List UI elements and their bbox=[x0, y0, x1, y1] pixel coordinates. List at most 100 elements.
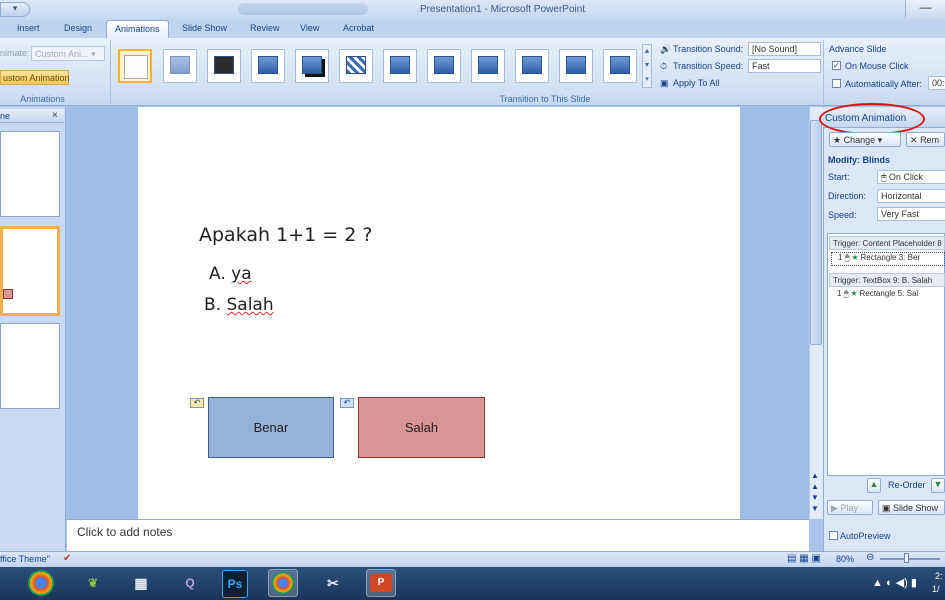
slide-show-button[interactable]: ▣ Slide Show bbox=[878, 500, 945, 515]
spelling-check-icon[interactable]: ✔ bbox=[63, 553, 71, 564]
animation-list[interactable] bbox=[827, 233, 945, 476]
auto-after-checkbox[interactable] bbox=[832, 79, 841, 88]
app-leaf-icon[interactable]: ❦ bbox=[78, 569, 108, 597]
transition-fade-black-thumb[interactable] bbox=[207, 49, 241, 83]
scroll-page-buttons[interactable]: ▲ ▲ ▼ ▼ bbox=[811, 470, 819, 514]
autopreview-label: AutoPreview bbox=[840, 531, 891, 541]
remove-label: Rem bbox=[920, 135, 940, 145]
trigger-icon[interactable]: ↶ bbox=[190, 398, 204, 408]
tab-view[interactable]: View bbox=[300, 23, 319, 33]
reorder-down-button[interactable]: ▼ bbox=[931, 478, 945, 493]
transition-speed-dropdown[interactable]: Fast bbox=[748, 59, 821, 73]
slide-thumbnail-2[interactable] bbox=[0, 226, 60, 316]
trigger-icon[interactable]: ↶ bbox=[340, 398, 354, 408]
benar-label: Benar bbox=[253, 420, 289, 435]
transition-fade-thumb[interactable] bbox=[163, 49, 197, 83]
reorder-up-button[interactable]: ▲ bbox=[867, 478, 881, 493]
transition-wipe-up-thumb[interactable] bbox=[515, 49, 549, 83]
transition-wipe-left-thumb[interactable] bbox=[427, 49, 461, 83]
chrome-icon[interactable] bbox=[28, 570, 54, 596]
autopreview-checkbox[interactable] bbox=[829, 531, 838, 540]
transition-wedge-thumb[interactable] bbox=[559, 49, 593, 83]
start-value: On Click bbox=[888, 172, 923, 182]
gallery-scroll[interactable]: ▲ ▼ ▾ bbox=[642, 44, 652, 88]
custom-animation-button[interactable]: ustom Animation bbox=[0, 70, 70, 85]
question-text[interactable]: Apakah 1+1 = 2 ? bbox=[199, 224, 372, 246]
tab-insert[interactable]: Insert bbox=[17, 23, 40, 33]
trigger-header[interactable]: Trigger: TextBox 9: B. Salah bbox=[829, 273, 945, 287]
zoom-level[interactable]: 80% bbox=[836, 554, 854, 564]
remove-button[interactable]: ✕ Rem bbox=[906, 132, 945, 147]
tab-animations[interactable]: Animations bbox=[106, 20, 169, 39]
option-a-word: ya bbox=[231, 264, 252, 284]
option-a-prefix: A. bbox=[209, 264, 232, 284]
theme-name[interactable]: ffice Theme" bbox=[0, 554, 50, 564]
titlebar-blurred-area bbox=[238, 3, 368, 15]
transition-wipe-down-thumb[interactable] bbox=[383, 49, 417, 83]
transition-cut-black-thumb[interactable] bbox=[295, 49, 329, 83]
chrome-active-icon[interactable] bbox=[268, 569, 298, 597]
tab-design[interactable]: Design bbox=[64, 23, 92, 33]
animation-item[interactable]: 1 🖱 ★ Rectangle 3: Ber bbox=[831, 252, 945, 266]
quick-access-toolbar[interactable]: ▾ bbox=[0, 2, 30, 17]
transition-uncover-thumb[interactable] bbox=[603, 49, 637, 83]
slide-thumbnail-3[interactable] bbox=[0, 323, 60, 409]
salah-rectangle[interactable]: Salah bbox=[358, 397, 485, 458]
minimize-button[interactable]: — bbox=[905, 0, 945, 18]
transition-wipe-right-thumb[interactable] bbox=[471, 49, 505, 83]
zoom-slider[interactable] bbox=[880, 558, 940, 560]
transition-sound-label: Transition Sound: bbox=[673, 44, 744, 54]
calculator-icon[interactable]: ▦ bbox=[126, 569, 156, 597]
auto-after-input[interactable]: 00:0 bbox=[928, 76, 945, 90]
option-b[interactable]: B. Salah bbox=[204, 295, 274, 315]
group-separator bbox=[110, 40, 111, 104]
item-label: Rectangle 5: Sal bbox=[859, 289, 919, 298]
animate-label: nimate: bbox=[0, 48, 30, 58]
animation-item[interactable]: 1 🖱 ★ Rectangle 5: Sal bbox=[831, 289, 945, 303]
mouse-icon: 🖱 bbox=[844, 253, 850, 262]
powerpoint-icon[interactable]: P bbox=[366, 569, 396, 597]
ribbon-tabs: Insert Design Animations Slide Show Revi… bbox=[0, 20, 945, 39]
auto-after-value: 00:0 bbox=[932, 78, 945, 88]
direction-label: Direction: bbox=[828, 191, 867, 201]
scrollbar-thumb[interactable] bbox=[810, 120, 822, 345]
mouse-icon: 🖱 bbox=[881, 172, 887, 182]
view-buttons[interactable]: ▤ ▦ ▣ bbox=[787, 553, 821, 564]
tab-acrobat[interactable]: Acrobat bbox=[343, 23, 374, 33]
option-a[interactable]: A. ya bbox=[209, 264, 252, 284]
transition-none-thumb[interactable] bbox=[118, 49, 152, 83]
animate-dropdown[interactable]: Custom Ani... ▾ bbox=[31, 46, 105, 61]
system-tray[interactable]: ▲ ◐ ◀) ▮ bbox=[872, 576, 917, 589]
transition-sound-dropdown[interactable]: [No Sound] bbox=[748, 42, 821, 56]
play-button[interactable]: ▶ Play bbox=[827, 500, 873, 515]
slideshow-icon: ▣ bbox=[882, 503, 891, 513]
apply-to-all-button[interactable]: Apply To All bbox=[673, 78, 719, 88]
notes-pane[interactable] bbox=[67, 519, 809, 551]
transition-dissolve-thumb[interactable] bbox=[339, 49, 373, 83]
start-dropdown[interactable]: 🖱 On Click bbox=[877, 170, 945, 184]
tab-review[interactable]: Review bbox=[250, 23, 280, 33]
app-q-icon[interactable]: Q bbox=[175, 569, 205, 597]
photoshop-icon[interactable]: Ps bbox=[222, 570, 248, 598]
notes-placeholder[interactable]: Click to add notes bbox=[77, 525, 172, 539]
clock-date[interactable]: 1/ bbox=[932, 584, 940, 594]
mouse-icon: 🖱 bbox=[843, 289, 849, 298]
zoom-out-icon[interactable]: ⊖ bbox=[866, 552, 874, 563]
trigger-header[interactable]: Trigger: Content Placeholder 8 bbox=[829, 236, 945, 250]
on-mouse-click-checkbox[interactable]: ✓ bbox=[832, 61, 841, 70]
remove-icon: ✕ bbox=[910, 135, 918, 145]
clock-time[interactable]: 2: bbox=[935, 571, 943, 581]
speed-value: Very Fast bbox=[881, 209, 920, 219]
transition-cut-thumb[interactable] bbox=[251, 49, 285, 83]
outline-tab[interactable]: ne bbox=[0, 111, 10, 121]
slide-thumbnail-1[interactable] bbox=[0, 131, 60, 217]
direction-dropdown[interactable]: Horizontal bbox=[877, 189, 945, 203]
speed-dropdown[interactable]: Very Fast bbox=[877, 207, 945, 221]
benar-rectangle[interactable]: Benar bbox=[208, 397, 334, 458]
snipping-tool-icon[interactable]: ✂ bbox=[318, 569, 348, 597]
change-button[interactable]: ★ Change ▾ bbox=[829, 132, 901, 147]
transition-sound-value: [No Sound] bbox=[752, 44, 798, 54]
close-icon[interactable]: × bbox=[52, 110, 58, 121]
tab-slide-show[interactable]: Slide Show bbox=[182, 23, 227, 33]
zoom-slider-thumb[interactable] bbox=[904, 553, 909, 563]
